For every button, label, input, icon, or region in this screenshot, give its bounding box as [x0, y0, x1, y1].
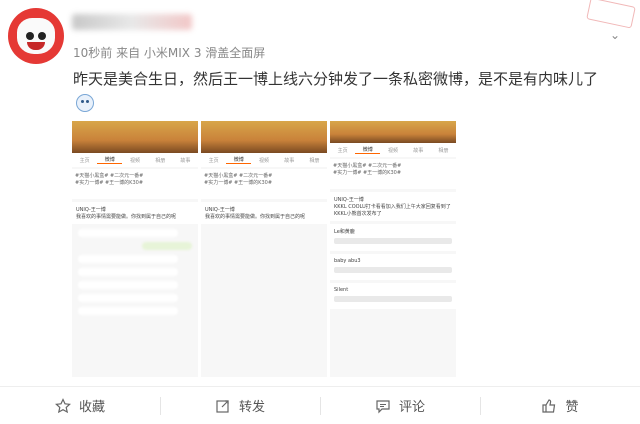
- tab: 相册: [438, 147, 449, 154]
- embedded-screenshot-1[interactable]: 主页 微博 视频 相册 故事 #天猫小黑盒# #二次元一番# #实力一博# #王…: [72, 121, 198, 377]
- profile-banner: [201, 121, 327, 153]
- weibo-card: UNIQ-王一博 KKKL COOLU打卡看看加入我们上午大家回复看到了 KKK…: [330, 192, 456, 221]
- tag: #王一博的K30#: [233, 180, 273, 186]
- tag: #二次元一番#: [238, 173, 273, 179]
- chat-bubble: [78, 229, 178, 237]
- weibo-card: UNIQ-王一博 我喜欢的事情需要能做。你找到属于自己的呢: [72, 202, 198, 224]
- repost-label: 转发: [238, 400, 265, 415]
- emoji-icon: [76, 94, 94, 112]
- card-author: UNIQ-王一博: [76, 207, 106, 213]
- chat-bubble: [78, 255, 178, 263]
- action-bar: 收藏 转发 评论 赞: [0, 386, 640, 424]
- profile-banner: [72, 121, 198, 153]
- tag: #实力一博#: [333, 170, 362, 176]
- comment-item: baby abu3: [330, 254, 456, 280]
- tab: 相册: [155, 157, 166, 164]
- comment-item: Silent: [330, 283, 456, 309]
- post-meta: 10秒前 来自 小米MIX 3 滑盖全面屏: [73, 46, 266, 60]
- chat-bubbles: [72, 229, 198, 315]
- content-blank: [201, 224, 327, 364]
- username-blurred[interactable]: [72, 14, 192, 30]
- card-text: KKKL COOLU打卡看看加入我们上午大家回复看到了 KKKL小熊首次发布了: [334, 204, 451, 217]
- tag: #天猫小黑盒#: [204, 173, 238, 179]
- chat-bubble: [78, 281, 178, 289]
- card-author: UNIQ-王一博: [334, 197, 364, 203]
- tag: #实力一博#: [75, 180, 104, 186]
- comment-text-placeholder: [334, 296, 452, 302]
- post-text: 昨天是美合生日，然后王一博上线六分钟发了一条私密微博，是不是有内味儿了: [73, 70, 599, 88]
- favorite-button[interactable]: 收藏: [0, 387, 160, 424]
- chat-bubble: [78, 294, 178, 302]
- comment-author: baby abu3: [334, 258, 361, 264]
- like-label: 赞: [565, 400, 579, 415]
- tag-list: #天猫小黑盒# #二次元一番# #实力一博# #王一博的K30#: [201, 169, 327, 199]
- watermark-stamp: [586, 0, 636, 29]
- repost-icon: [216, 399, 229, 413]
- tab: 故事: [413, 147, 424, 154]
- tab: 主页: [337, 147, 348, 154]
- tab: 主页: [79, 157, 90, 164]
- tab: 视频: [130, 157, 141, 164]
- avatar-face: [17, 18, 55, 54]
- avatar-mouth: [27, 42, 45, 50]
- tag: #实力一博#: [204, 180, 233, 186]
- tag: #王一博的K30#: [104, 180, 144, 186]
- tag-list: #天猫小黑盒# #二次元一番# #实力一博# #王一博的K30#: [72, 169, 198, 199]
- chat-bubble: [78, 307, 178, 315]
- profile-tabs: 主页 微博 视频 故事 相册: [330, 143, 456, 157]
- tag: #二次元一番#: [109, 173, 144, 179]
- like-button[interactable]: 赞: [480, 387, 640, 424]
- tag: #天猫小黑盒#: [333, 163, 367, 169]
- comment-label: 评论: [398, 400, 425, 415]
- tab: 主页: [208, 157, 219, 164]
- embedded-screenshot-2[interactable]: 主页 微博 视频 故事 相册 #天猫小黑盒# #二次元一番# #实力一博# #王…: [201, 121, 327, 377]
- repost-button[interactable]: 转发: [160, 387, 320, 424]
- weibo-card: UNIQ-王一博 我喜欢的事情需要能做。你找到属于自己的呢: [201, 202, 327, 224]
- tag-list: #天猫小黑盒# #二次元一番# #实力一博# #王一博的K30#: [330, 159, 456, 189]
- comment-author: Silent: [334, 287, 349, 293]
- chat-bubble: [78, 268, 178, 276]
- tab: 微博: [355, 146, 381, 154]
- thumbs-up-icon: [542, 398, 556, 413]
- profile-tabs: 主页 微博 视频 故事 相册: [201, 153, 327, 167]
- favorite-label: 收藏: [78, 400, 105, 415]
- comment-icon: [376, 399, 390, 413]
- tab: 故事: [284, 157, 295, 164]
- profile-banner: [330, 121, 456, 143]
- tab: 故事: [180, 157, 191, 164]
- chat-bubble: [142, 242, 192, 250]
- tag: #天猫小黑盒#: [75, 173, 109, 179]
- user-avatar[interactable]: [8, 8, 64, 64]
- card-text: 我喜欢的事情需要能做。你找到属于自己的呢: [76, 214, 177, 220]
- card-author: UNIQ-王一博: [205, 207, 235, 213]
- tab: 微博: [226, 156, 252, 164]
- avatar-eye: [38, 32, 46, 40]
- star-icon: [54, 397, 71, 413]
- avatar-eye: [26, 32, 34, 40]
- card-text: 我喜欢的事情需要能做。你找到属于自己的呢: [205, 214, 306, 220]
- tag: #二次元一番#: [367, 163, 402, 169]
- comment-text-placeholder: [334, 238, 452, 244]
- tab: 视频: [388, 147, 399, 154]
- comment-text-placeholder: [334, 267, 452, 273]
- embedded-screenshot-3[interactable]: 主页 微博 视频 故事 相册 #天猫小黑盒# #二次元一番# #实力一博# #王…: [330, 121, 456, 377]
- comment-item: Le和黄鹿: [330, 224, 456, 251]
- tag: #王一博的K30#: [362, 170, 402, 176]
- chevron-down-icon[interactable]: ⌄: [610, 28, 620, 42]
- profile-tabs: 主页 微博 视频 相册 故事: [72, 153, 198, 167]
- tab: 视频: [259, 157, 270, 164]
- tab: 微博: [97, 156, 123, 164]
- comment-button[interactable]: 评论: [320, 387, 480, 424]
- comment-author: Le和黄鹿: [334, 229, 355, 235]
- tab: 相册: [309, 157, 320, 164]
